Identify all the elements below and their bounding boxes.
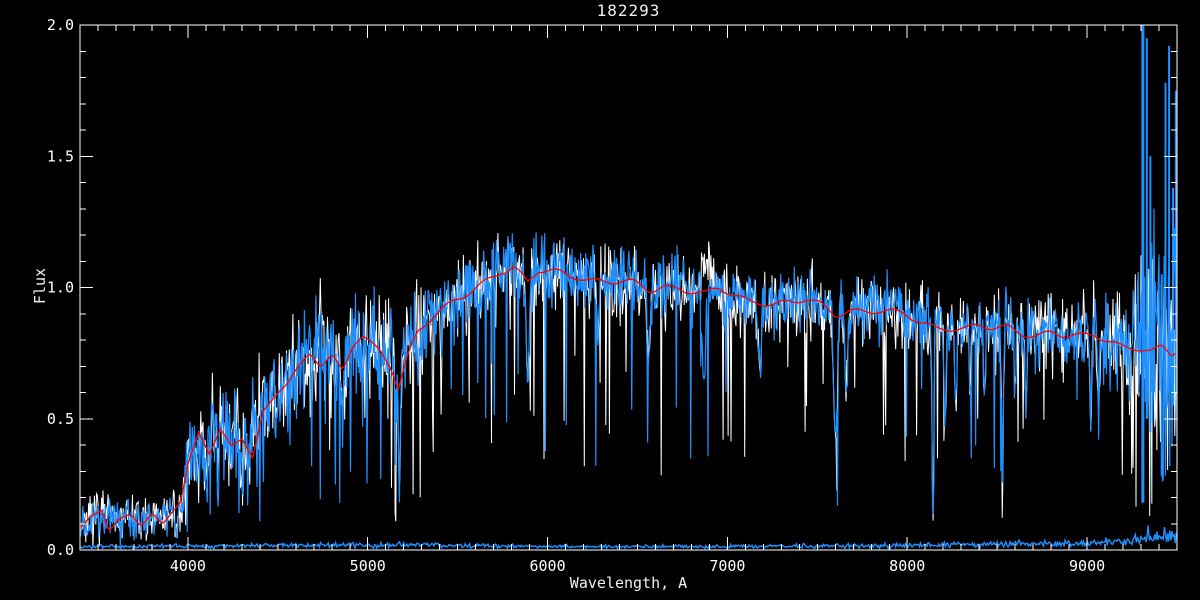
y-tick-label: 0.0 [47, 541, 74, 559]
x-tick-label: 6000 [530, 557, 566, 575]
x-tick-label: 9000 [1069, 557, 1105, 575]
x-tick-label: 4000 [170, 557, 206, 575]
spectrum-viewer-screen: { "chart_data": { "type": "line", "title… [0, 0, 1200, 600]
overlay-spectrum-line [80, 208, 1177, 546]
error-spectrum-line [80, 525, 1177, 550]
y-tick-label: 1.0 [47, 279, 74, 297]
y-tick-label: 1.5 [47, 147, 74, 165]
observed-spectrum-line [80, 232, 1177, 548]
spectrum-curves [80, 25, 1177, 550]
spectrum-plot: 4000 5000 6000 7000 8000 9000 0.0 0.5 1.0 1.5 2.0 [47, 16, 1178, 575]
y-tick-label: 0.5 [47, 410, 74, 428]
x-tick-label: 8000 [889, 557, 925, 575]
x-tick-label: 5000 [350, 557, 386, 575]
x-tick-label: 7000 [709, 557, 745, 575]
y-tick-label: 2.0 [47, 16, 74, 34]
